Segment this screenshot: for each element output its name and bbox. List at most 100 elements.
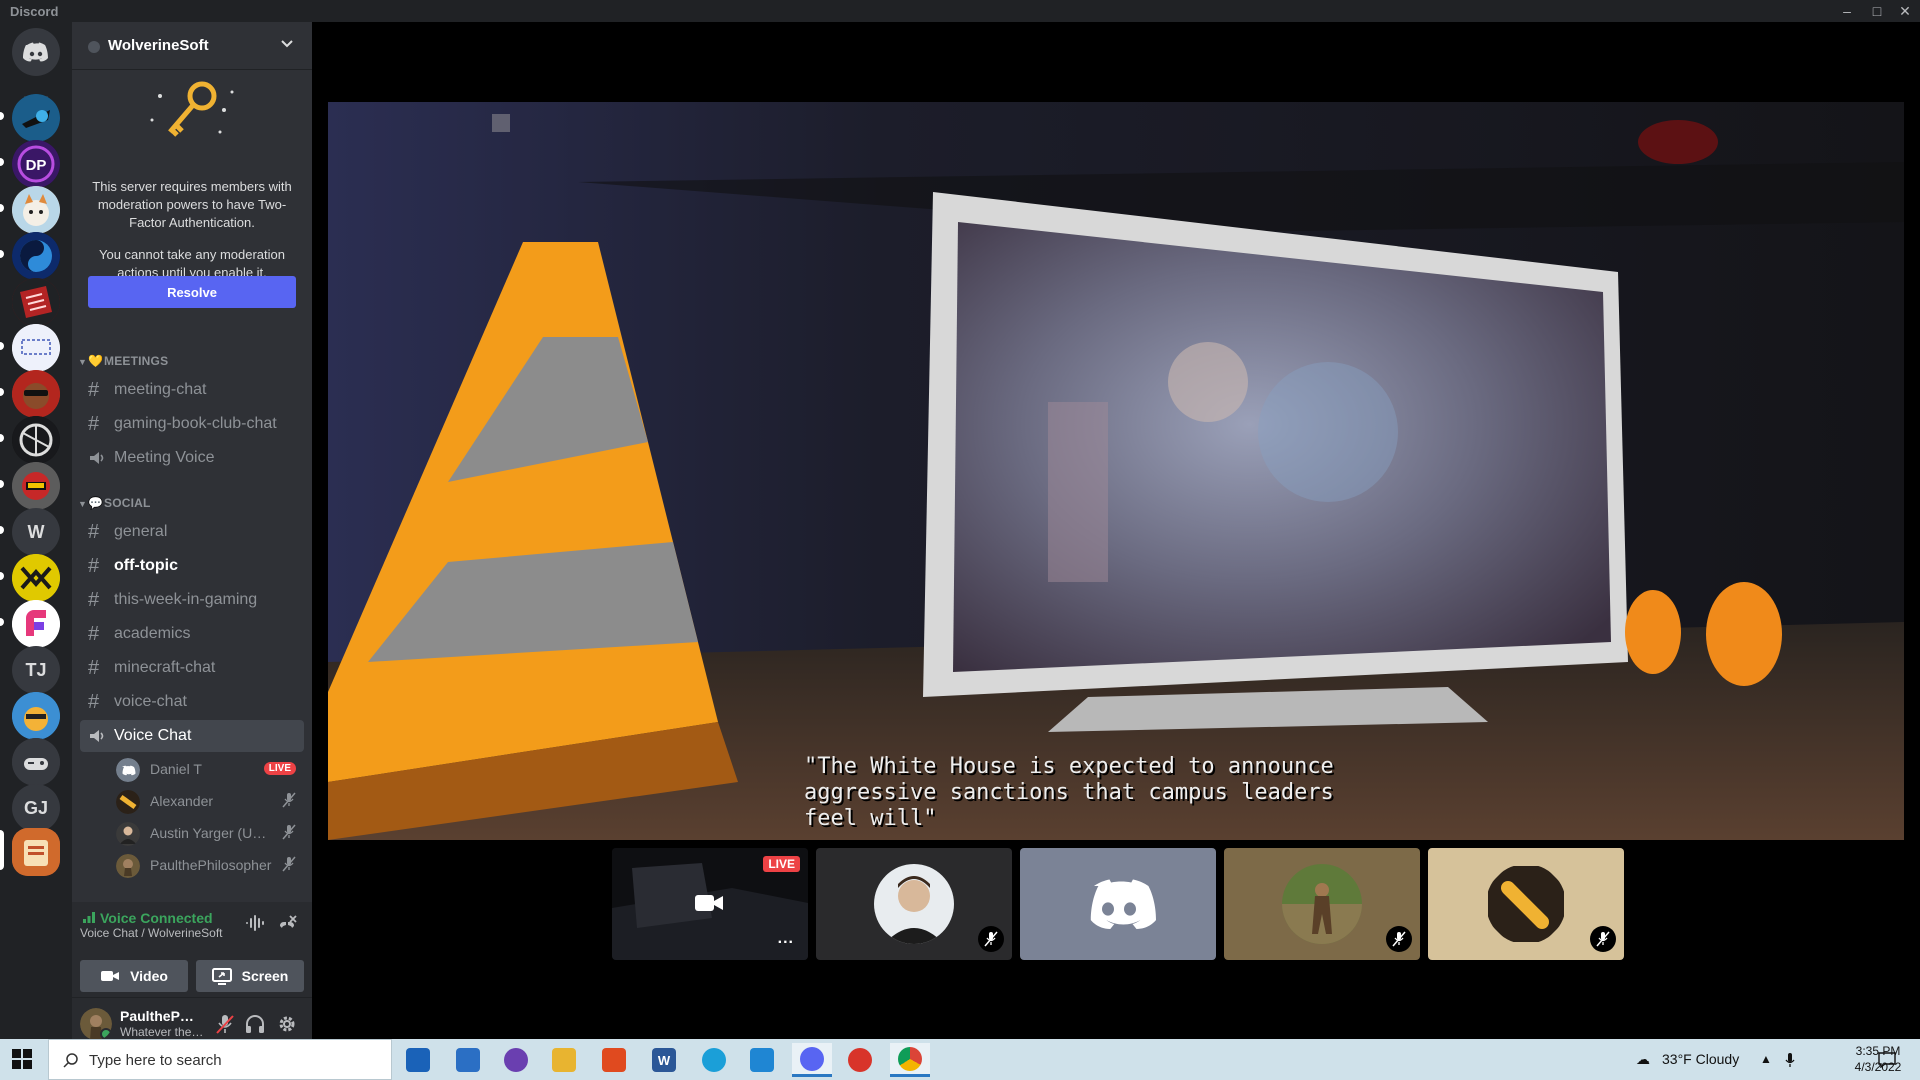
channel-name: voice-chat <box>114 693 187 710</box>
channel-off-topic[interactable]: # off-topic <box>80 550 304 582</box>
server-icon[interactable] <box>12 416 60 464</box>
category-social[interactable]: ▼💬SOCIAL <box>78 496 151 514</box>
voice-user[interactable]: PaulthePhilosopher <box>116 850 304 880</box>
channel-name: this-week-in-gaming <box>114 591 258 608</box>
taskbar-office-icon[interactable] <box>594 1043 634 1077</box>
unread-indicator <box>0 480 4 488</box>
chevron-down-icon: ▼ <box>78 499 88 509</box>
voice-user[interactable]: Alexander <box>116 786 304 816</box>
screen-label: Screen <box>241 968 289 984</box>
weather-text[interactable]: 33°F Cloudy <box>1662 1039 1739 1080</box>
unread-indicator <box>0 342 4 350</box>
hash-icon: # <box>88 657 100 679</box>
screen-share-button[interactable]: Screen <box>196 960 304 992</box>
server-icon[interactable]: DP <box>12 140 60 188</box>
channel-minecraft-chat[interactable]: # minecraft-chat <box>80 652 304 684</box>
voice-channel-path: Voice Chat / WolverineSoft <box>80 926 223 940</box>
server-icon[interactable]: W <box>12 508 60 556</box>
channel-gaming-book-club-chat[interactable]: # gaming-book-club-chat <box>80 408 304 440</box>
voice-connected-status: Voice Connected <box>82 910 213 926</box>
channel-this-week-in-gaming[interactable]: # this-week-in-gaming <box>80 584 304 616</box>
voice-user[interactable]: Daniel T LIVE <box>116 754 304 784</box>
taskbar-mail-icon[interactable] <box>448 1043 488 1077</box>
server-icon[interactable] <box>12 186 60 234</box>
participant-tile[interactable] <box>1020 848 1216 960</box>
server-icon[interactable] <box>12 370 60 418</box>
avatar <box>1282 864 1362 944</box>
unread-indicator <box>0 158 4 166</box>
server-icon[interactable] <box>12 828 60 876</box>
taskbar-store-icon[interactable] <box>398 1043 438 1077</box>
noise-suppression-icon[interactable] <box>244 912 266 934</box>
close-button[interactable]: ✕ <box>1892 0 1918 22</box>
app-glyph <box>848 1048 872 1072</box>
server-icon[interactable] <box>12 738 60 786</box>
unread-indicator <box>0 618 4 626</box>
channel-general[interactable]: # general <box>80 516 304 548</box>
server-icon[interactable]: GJ <box>12 784 60 832</box>
taskbar-search-box[interactable]: Type here to search <box>48 1039 392 1080</box>
voice-user[interactable]: Austin Yarger (UMich) <box>116 818 304 848</box>
participant-tile[interactable] <box>1428 848 1624 960</box>
channel-meeting-voice[interactable]: Meeting Voice <box>80 442 304 474</box>
video-button[interactable]: Video <box>80 960 188 992</box>
server-icon[interactable] <box>12 462 60 510</box>
mic-muted-icon[interactable] <box>214 1013 236 1035</box>
hash-icon: # <box>88 413 100 435</box>
channel-academics[interactable]: # academics <box>80 618 304 650</box>
chevron-down-icon[interactable] <box>280 36 294 53</box>
minimize-button[interactable]: – <box>1834 0 1860 22</box>
server-icon[interactable] <box>12 692 60 740</box>
channel-meeting-chat[interactable]: # meeting-chat <box>80 374 304 406</box>
participant-tile[interactable] <box>1224 848 1420 960</box>
weather-icon[interactable]: ☁ <box>1636 1039 1650 1080</box>
maximize-button[interactable]: □ <box>1864 0 1890 22</box>
server-icon[interactable] <box>12 600 60 648</box>
taskbar-chrome-icon[interactable] <box>890 1043 930 1077</box>
participant-tile[interactable] <box>816 848 1012 960</box>
resolve-button[interactable]: Resolve <box>88 276 296 308</box>
voice-user-name: Daniel T <box>150 761 202 777</box>
server-header[interactable]: WolverineSoft <box>72 22 312 70</box>
server-icon[interactable]: TJ <box>12 646 60 694</box>
disconnect-icon[interactable] <box>276 912 298 934</box>
channel-voice-chat-text[interactable]: # voice-chat <box>80 686 304 718</box>
taskbar-vscode-icon[interactable] <box>742 1043 782 1077</box>
vscode-glyph <box>750 1048 774 1072</box>
more-options-icon[interactable]: ... <box>778 930 794 948</box>
speaker-icon <box>88 720 108 755</box>
server-icon[interactable] <box>12 94 60 142</box>
channel-name: meeting-chat <box>114 381 207 398</box>
server-icon[interactable] <box>12 232 60 280</box>
taskbar-app-icon[interactable] <box>840 1043 880 1077</box>
mail-glyph <box>456 1048 480 1072</box>
taskbar-word-icon[interactable]: W <box>644 1043 684 1077</box>
avatar[interactable] <box>80 1008 112 1040</box>
participant-tile-stream[interactable]: LIVE ... <box>612 848 808 960</box>
unread-indicator <box>0 526 4 534</box>
server-icon[interactable] <box>12 324 60 372</box>
windows-start-icon[interactable] <box>12 1049 32 1069</box>
headphones-icon[interactable] <box>244 1013 266 1035</box>
notifications-icon[interactable] <box>1878 1039 1896 1080</box>
server-rail: DP W TJ GJ <box>0 22 72 1039</box>
chevron-up-icon[interactable]: ▲ <box>1760 1039 1772 1080</box>
voice-connection-panel: Voice Connected Voice Chat / WolverineSo… <box>72 902 312 998</box>
server-dp-initials: DP <box>26 157 47 174</box>
avatar <box>874 864 954 944</box>
edge-glyph <box>702 1048 726 1072</box>
taskbar-github-icon[interactable] <box>496 1043 536 1077</box>
voice-user-name: PaulthePhilosopher <box>150 857 272 873</box>
server-icon[interactable] <box>12 278 60 326</box>
taskbar-edge-icon[interactable] <box>694 1043 734 1077</box>
channel-voice-chat[interactable]: Voice Chat <box>80 720 304 752</box>
taskbar-file-explorer-icon[interactable] <box>544 1043 584 1077</box>
category-meetings[interactable]: ▼💛MEETINGS <box>78 354 168 372</box>
taskbar-discord-icon[interactable] <box>792 1043 832 1077</box>
discord-home-icon[interactable] <box>12 28 60 76</box>
screen-share-stream[interactable]: "The White House is expected to announce… <box>328 102 1904 840</box>
microphone-icon[interactable] <box>1784 1039 1796 1080</box>
channel-name: academics <box>114 625 191 642</box>
gear-icon[interactable] <box>276 1013 298 1035</box>
server-icon[interactable] <box>12 554 60 602</box>
